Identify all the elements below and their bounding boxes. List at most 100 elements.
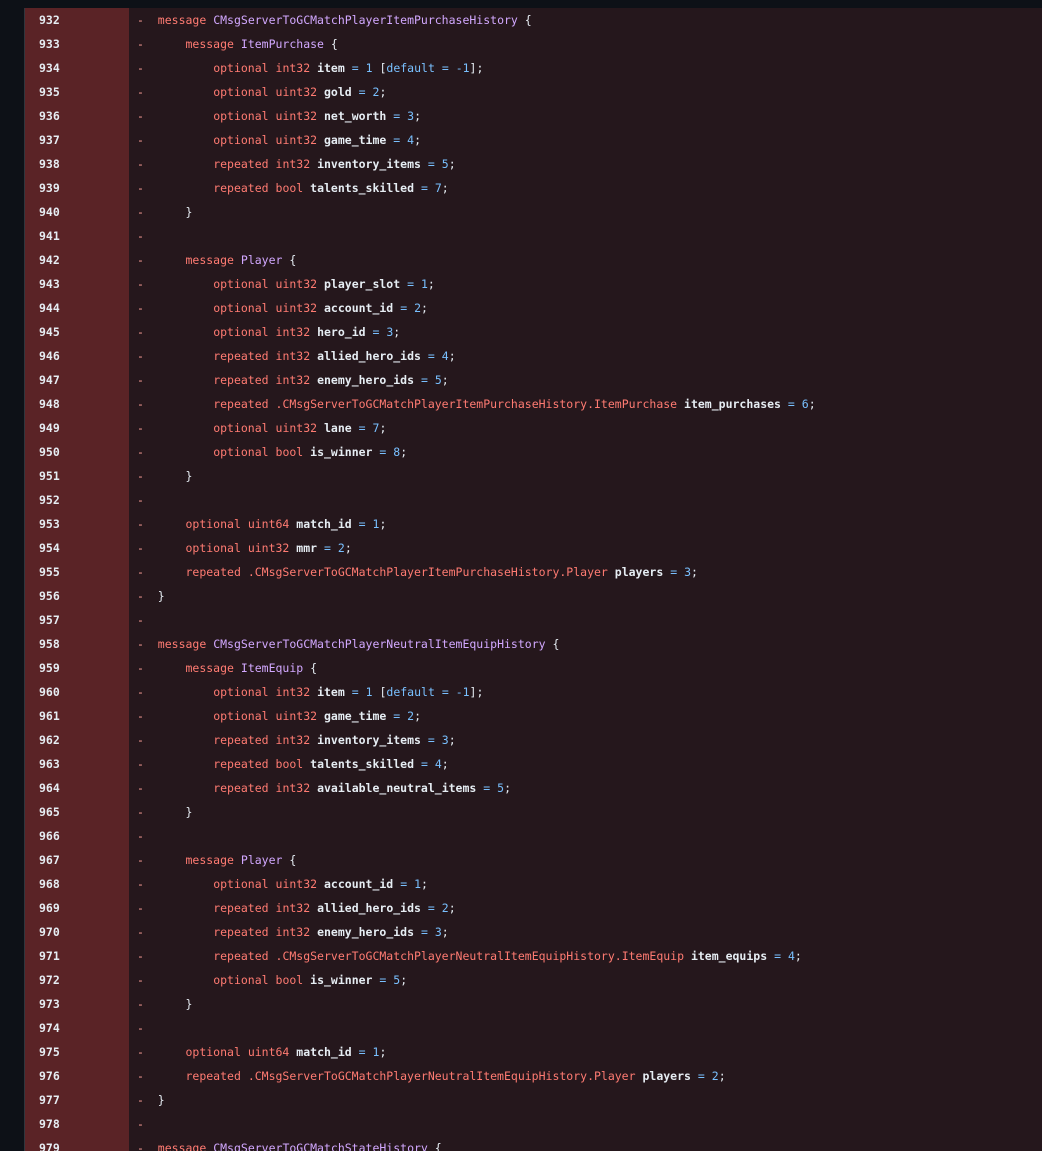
diff-row: 962- repeated int32 inventory_items = 3; xyxy=(25,728,1042,752)
diff-row: 948- repeated .CMsgServerToGCMatchPlayer… xyxy=(25,392,1042,416)
code-token: ]; xyxy=(469,685,484,699)
code-line: - } xyxy=(129,800,1042,824)
diff-row: 964- repeated int32 available_neutral_it… xyxy=(25,776,1042,800)
code-token: } xyxy=(157,1093,165,1107)
line-number[interactable]: 950 xyxy=(25,440,129,464)
line-number[interactable]: 974 xyxy=(25,1016,129,1040)
code-line: - xyxy=(129,224,1042,248)
line-number[interactable]: 968 xyxy=(25,872,129,896)
code-token: message xyxy=(185,661,234,675)
diff-view[interactable]: 932- message CMsgServerToGCMatchPlayerIt… xyxy=(24,8,1042,1151)
line-number[interactable]: 956 xyxy=(25,584,129,608)
line-number[interactable]: 954 xyxy=(25,536,129,560)
line-number[interactable]: 962 xyxy=(25,728,129,752)
diff-row: 933- message ItemPurchase { xyxy=(25,32,1042,56)
line-number[interactable]: 947 xyxy=(25,368,129,392)
line-number[interactable]: 937 xyxy=(25,128,129,152)
code-token: ; xyxy=(379,421,387,435)
line-number[interactable]: 943 xyxy=(25,272,129,296)
line-number[interactable]: 965 xyxy=(25,800,129,824)
line-number[interactable]: 941 xyxy=(25,224,129,248)
code-token: ; xyxy=(448,157,456,171)
diff-row: 978- xyxy=(25,1112,1042,1136)
line-number[interactable]: 934 xyxy=(25,56,129,80)
line-number[interactable]: 979 xyxy=(25,1136,129,1151)
code-token: ; xyxy=(448,733,456,747)
code-token: = xyxy=(351,685,359,699)
line-number[interactable]: 959 xyxy=(25,656,129,680)
line-number[interactable]: 938 xyxy=(25,152,129,176)
line-number[interactable]: 940 xyxy=(25,200,129,224)
code-token: .CMsgServerToGCMatchPlayerItemPurchaseHi… xyxy=(275,397,678,411)
code-token: } xyxy=(157,589,165,603)
line-number[interactable]: 932 xyxy=(25,8,129,32)
line-number[interactable]: 946 xyxy=(25,344,129,368)
line-number[interactable]: 973 xyxy=(25,992,129,1016)
deletion-marker: - xyxy=(137,229,144,243)
line-number[interactable]: 963 xyxy=(25,752,129,776)
line-number[interactable]: 936 xyxy=(25,104,129,128)
deletion-marker: - xyxy=(137,325,144,339)
line-number[interactable]: 949 xyxy=(25,416,129,440)
line-number[interactable]: 977 xyxy=(25,1088,129,1112)
line-number[interactable]: 970 xyxy=(25,920,129,944)
code-token: repeated xyxy=(213,757,269,771)
line-number[interactable]: 971 xyxy=(25,944,129,968)
code-token: uint32 xyxy=(275,109,318,123)
line-number[interactable]: 960 xyxy=(25,680,129,704)
line-number[interactable]: 972 xyxy=(25,968,129,992)
line-number[interactable]: 935 xyxy=(25,80,129,104)
code-token: { xyxy=(330,37,338,51)
code-token: item_equips xyxy=(690,949,768,963)
code-line: - optional uint32 account_id = 1; xyxy=(129,872,1042,896)
line-number[interactable]: 942 xyxy=(25,248,129,272)
code-token: 4 xyxy=(787,949,795,963)
code-token: = xyxy=(427,733,435,747)
code-token: item xyxy=(317,685,345,699)
code-line: - repeated int32 enemy_hero_ids = 5; xyxy=(129,368,1042,392)
line-number[interactable]: 961 xyxy=(25,704,129,728)
line-number[interactable]: 976 xyxy=(25,1064,129,1088)
code-token: ; xyxy=(718,1069,726,1083)
line-number[interactable]: 953 xyxy=(25,512,129,536)
code-token: uint32 xyxy=(275,421,318,435)
code-token: ]; xyxy=(469,61,484,75)
code-token: repeated xyxy=(213,781,269,795)
line-number[interactable]: 957 xyxy=(25,608,129,632)
code-token: .CMsgServerToGCMatchPlayerNeutralItemEqu… xyxy=(247,1069,636,1083)
deletion-marker: - xyxy=(137,13,144,27)
code-token: = xyxy=(379,445,387,459)
code-token: ; xyxy=(448,901,456,915)
line-number[interactable]: 966 xyxy=(25,824,129,848)
diff-row: 960- optional int32 item = 1 [default = … xyxy=(25,680,1042,704)
line-number[interactable]: 939 xyxy=(25,176,129,200)
code-token: players xyxy=(642,1069,691,1083)
line-number[interactable]: 952 xyxy=(25,488,129,512)
line-number[interactable]: 978 xyxy=(25,1112,129,1136)
line-number[interactable]: 933 xyxy=(25,32,129,56)
line-number[interactable]: 969 xyxy=(25,896,129,920)
deletion-marker: - xyxy=(137,421,144,435)
code-token: optional xyxy=(213,421,269,435)
code-token: CMsgServerToGCMatchStateHistory xyxy=(213,1141,428,1151)
code-line: - repeated .CMsgServerToGCMatchPlayerNeu… xyxy=(129,1064,1042,1088)
code-token: ; xyxy=(414,709,421,723)
deletion-marker: - xyxy=(137,277,144,291)
code-token: } xyxy=(185,805,193,819)
line-number[interactable]: 964 xyxy=(25,776,129,800)
code-token: 4 xyxy=(441,349,449,363)
code-token: account_id xyxy=(324,877,394,891)
line-number[interactable]: 944 xyxy=(25,296,129,320)
code-line: - message CMsgServerToGCMatchPlayerItemP… xyxy=(129,8,1042,32)
code-token: = xyxy=(379,973,387,987)
code-line: - message CMsgServerToGCMatchStateHistor… xyxy=(129,1136,1042,1151)
line-number[interactable]: 967 xyxy=(25,848,129,872)
line-number[interactable]: 955 xyxy=(25,560,129,584)
line-number[interactable]: 948 xyxy=(25,392,129,416)
line-number[interactable]: 958 xyxy=(25,632,129,656)
code-token: repeated xyxy=(185,1069,241,1083)
code-line: - } xyxy=(129,992,1042,1016)
line-number[interactable]: 945 xyxy=(25,320,129,344)
line-number[interactable]: 975 xyxy=(25,1040,129,1064)
line-number[interactable]: 951 xyxy=(25,464,129,488)
